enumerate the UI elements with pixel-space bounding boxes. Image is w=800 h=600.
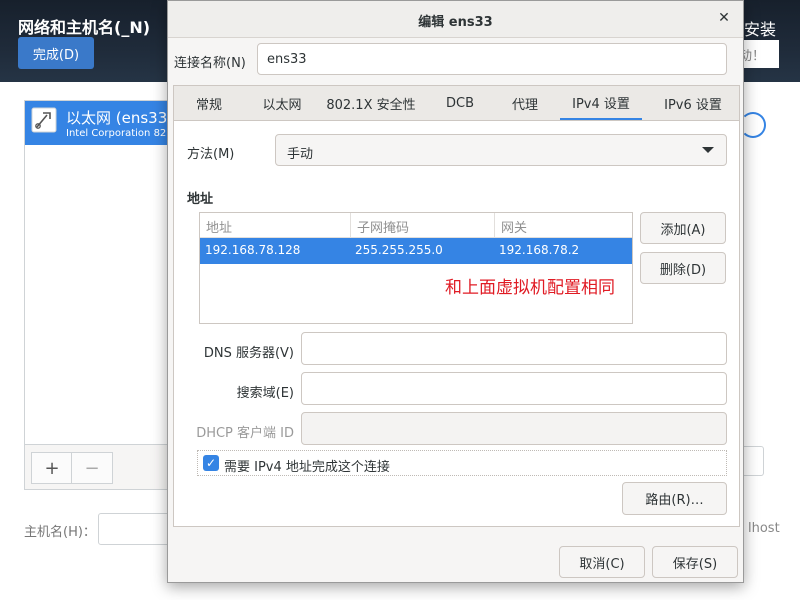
addresses-heading: 地址 bbox=[187, 192, 214, 207]
search-domain-input[interactable] bbox=[301, 372, 727, 405]
device-list-toolbar: + − bbox=[24, 444, 176, 490]
current-hostname: lhost bbox=[748, 521, 780, 536]
connection-name-input[interactable] bbox=[257, 43, 727, 75]
configure-button[interactable] bbox=[741, 446, 764, 476]
tab-8021x-security[interactable]: 802.1X 安全性 bbox=[320, 86, 422, 121]
chevron-down-icon bbox=[702, 147, 714, 153]
done-button[interactable]: 完成(D) bbox=[18, 37, 94, 69]
hostname-label: 主机名(H)： bbox=[24, 525, 96, 540]
routes-button[interactable]: 路由(R)… bbox=[622, 482, 727, 515]
annotation-text: 和上面虚拟机配置相同 bbox=[445, 278, 615, 298]
dhcp-client-id-input bbox=[301, 412, 727, 445]
column-gateway: 网关 bbox=[501, 221, 528, 236]
require-ipv4-checkbox[interactable]: ✓ bbox=[203, 455, 219, 471]
cancel-button[interactable]: 取消(C) bbox=[559, 546, 645, 578]
connection-name-label: 连接名称(N) bbox=[174, 56, 246, 71]
close-icon[interactable]: ✕ bbox=[713, 7, 735, 29]
table-header: 地址 子网掩码 网关 bbox=[200, 213, 632, 238]
dns-servers-input[interactable] bbox=[301, 332, 727, 365]
tab-bar: 常规 以太网 802.1X 安全性 DCB 代理 IPv4 设置 IPv6 设置 bbox=[173, 85, 740, 121]
column-divider bbox=[494, 213, 495, 237]
tab-ethernet[interactable]: 以太网 bbox=[244, 86, 320, 121]
column-netmask: 子网掩码 bbox=[357, 221, 410, 236]
add-device-button[interactable]: + bbox=[31, 452, 73, 484]
column-address: 地址 bbox=[206, 221, 233, 236]
dialog-title: 编辑 ens33 bbox=[418, 15, 493, 30]
tab-ipv6-settings[interactable]: IPv6 设置 bbox=[652, 86, 734, 121]
cell-gateway[interactable]: 192.168.78.2 bbox=[499, 243, 579, 257]
edit-connection-dialog: 编辑 ens33 ✕ 连接名称(N) 常规 以太网 802.1X 安全性 DCB… bbox=[167, 0, 744, 583]
cell-address[interactable]: 192.168.78.128 bbox=[205, 243, 300, 257]
delete-address-button[interactable]: 删除(D) bbox=[640, 252, 726, 284]
search-domain-label: 搜索域(E) bbox=[236, 386, 294, 401]
device-row-ens33[interactable]: 以太网 (ens33) Intel Corporation 825 bbox=[25, 101, 175, 145]
tab-dcb[interactable]: DCB bbox=[436, 86, 484, 121]
remove-device-button[interactable]: − bbox=[71, 452, 113, 484]
dns-servers-label: DNS 服务器(V) bbox=[203, 346, 294, 361]
method-dropdown[interactable]: 手动 bbox=[275, 134, 727, 166]
dialog-titlebar: 编辑 ens33 ✕ bbox=[168, 1, 743, 38]
table-row[interactable]: 192.168.78.128 255.255.255.0 192.168.78.… bbox=[200, 238, 632, 264]
install-title: 安装 bbox=[743, 20, 776, 39]
tab-ipv4-settings[interactable]: IPv4 设置 bbox=[560, 86, 642, 121]
tab-proxy[interactable]: 代理 bbox=[498, 86, 552, 121]
device-subtitle: Intel Corporation 825 bbox=[66, 128, 173, 139]
ethernet-icon bbox=[31, 107, 57, 133]
save-button[interactable]: 保存(S) bbox=[652, 546, 738, 578]
addresses-table: 地址 子网掩码 网关 192.168.78.128 255.255.255.0 … bbox=[199, 212, 633, 324]
method-value: 手动 bbox=[287, 147, 314, 162]
add-address-button[interactable]: 添加(A) bbox=[640, 212, 726, 244]
require-ipv4-label: 需要 IPv4 地址完成这个连接 bbox=[224, 460, 390, 475]
page-title: 网络和主机名(_N) bbox=[18, 18, 151, 37]
column-divider bbox=[350, 213, 351, 237]
dhcp-client-id-label: DHCP 客户端 ID bbox=[196, 426, 294, 441]
device-list: 以太网 (ens33) Intel Corporation 825 bbox=[24, 100, 176, 490]
require-ipv4-option[interactable]: ✓ 需要 IPv4 地址完成这个连接 bbox=[197, 450, 727, 476]
device-name: 以太网 (ens33) bbox=[66, 109, 174, 127]
method-label: 方法(M) bbox=[187, 147, 235, 162]
tab-general[interactable]: 常规 bbox=[174, 86, 244, 121]
cell-netmask[interactable]: 255.255.255.0 bbox=[355, 243, 443, 257]
ipv4-settings-panel: 方法(M) 手动 地址 地址 子网掩码 网关 192.168.78.128 25… bbox=[173, 120, 740, 527]
